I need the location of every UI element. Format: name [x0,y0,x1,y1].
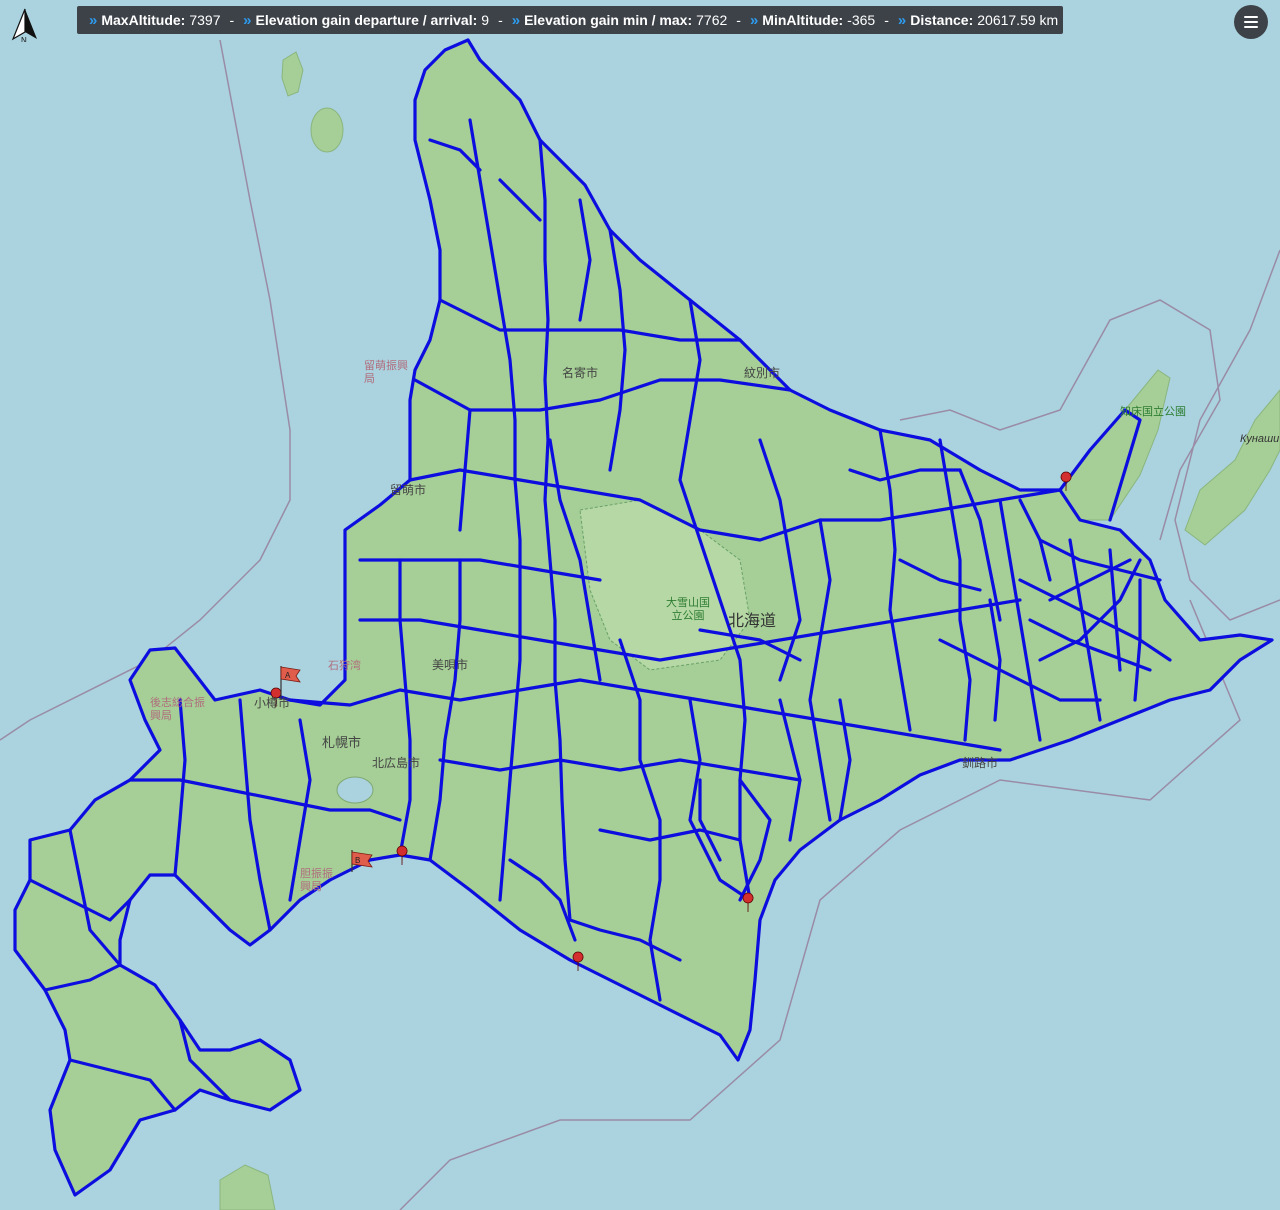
compass-letter: N [21,36,27,42]
route-stats-bar: » MaxAltitude: 7397 - » Elevation gain d… [77,6,1063,34]
label-monbetsu: 紋別市 [744,366,781,380]
label-kunashir: Кунаши [1240,433,1280,445]
north-arrow[interactable]: N [8,6,42,45]
chevron-double-right-icon: » [749,11,759,29]
menu-button[interactable] [1234,5,1268,39]
label-daisetsuzan: 大雪山国立公園 [666,597,710,622]
label-shiribeshi: 後志総合振興局 [150,697,205,722]
stat-min-altitude: » MinAltitude: -365 [749,11,876,29]
label-rumoi-subpref: 留萌振興局 [364,360,408,385]
start-flag-letter: A [285,671,291,680]
map-canvas[interactable]: A B [0,0,1280,1210]
label-otaru: 小樽市 [254,696,291,710]
label-kitahiroshima: 北広島市 [372,756,421,770]
label-iburi: 胆振振興局 [300,868,333,893]
label-bibai: 美唄市 [432,658,469,672]
label-hokkaido: 北海道 [728,613,777,630]
chevron-double-right-icon: » [897,11,907,29]
lake-shikotsu [336,776,374,804]
chevron-double-right-icon: » [89,11,98,29]
compass-icon: N [11,8,37,45]
label-ishikari-bay: 石狩湾 [328,660,361,672]
stat-elevation-departure-arrival: » Elevation gain departure / arrival: 9 [243,11,490,29]
stat-elevation-min-max: » Elevation gain min / max: 7762 [511,11,728,29]
stat-distance: » Distance: 20617.59 km [897,11,1059,29]
label-shiretoko: 知床国立公園 [1120,406,1186,418]
label-sapporo: 札幌市 [322,735,362,750]
chevron-double-right-icon: » [243,11,252,29]
stat-max-altitude: » MaxAltitude: 7397 [89,11,221,29]
end-flag-letter: B [355,856,360,865]
label-nayoro: 名寄市 [562,366,599,380]
label-rumoi: 留萌市 [390,483,427,497]
label-kushiro: 釧路市 [962,756,999,770]
hamburger-menu-icon [1244,16,1258,28]
chevron-double-right-icon: » [511,11,521,29]
